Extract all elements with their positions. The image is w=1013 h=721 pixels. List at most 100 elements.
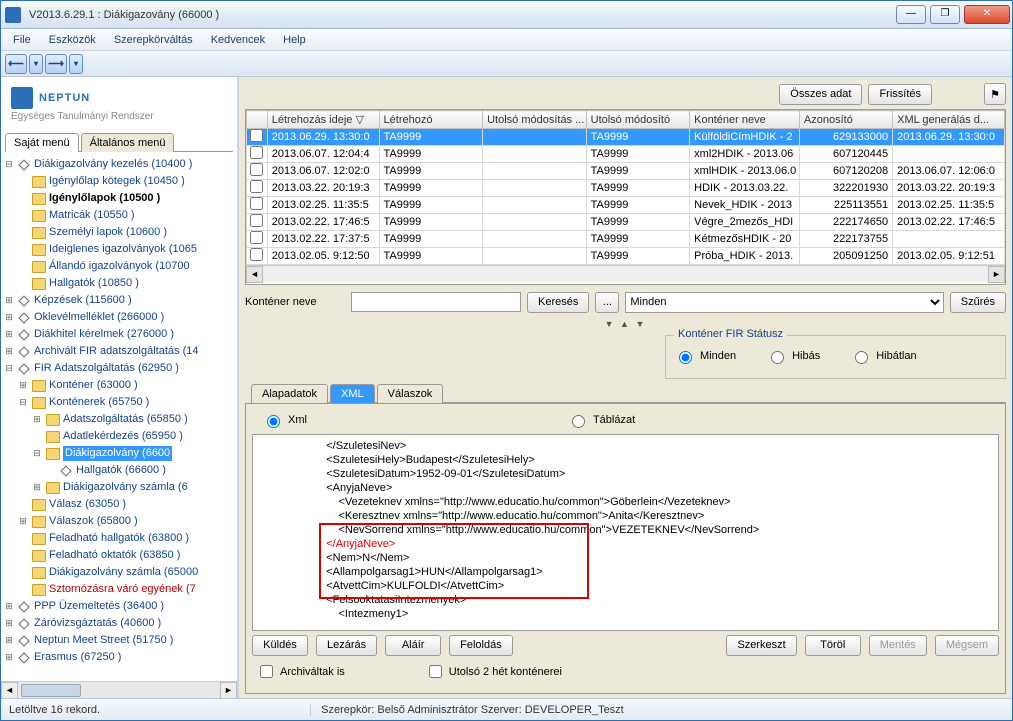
grid-col-container[interactable]: Konténer neve	[690, 111, 800, 129]
unlock-button[interactable]: Feloldás	[449, 635, 513, 656]
tree-node[interactable]: Személyi lapok (10600 )	[49, 225, 167, 240]
table-row[interactable]: 2013.03.22. 20:19:3TA9999TA9999HDIK - 20…	[247, 180, 1005, 197]
menu-fav[interactable]: Kedvencek	[203, 31, 273, 49]
status-group: Konténer FIR Státusz Minden Hibás Hibátl…	[665, 335, 1006, 379]
search-label: Konténer neve	[245, 296, 345, 308]
tree[interactable]: ⊟Diákigazolvány kezelés (10400 ) Igénylő…	[1, 152, 237, 681]
data-grid[interactable]: Létrehozás ideje ▽ Létrehozó Utolsó módo…	[245, 109, 1006, 285]
tree-node[interactable]: Oklevélmelléklet (266000 )	[34, 310, 164, 325]
nav-forward-button[interactable]: ⟶	[45, 54, 67, 74]
search-button[interactable]: Keresés	[527, 292, 589, 313]
app-icon	[5, 7, 21, 23]
grid-hscroll[interactable]: ◄►	[246, 265, 1005, 282]
titlebar: V2013.6.29.1 : Diákigazovány (66000 ) — …	[1, 1, 1012, 29]
radio-ok[interactable]: Hibátlan	[850, 348, 916, 364]
menu-tools[interactable]: Eszközök	[41, 31, 104, 49]
xml-viewer[interactable]: </SzuletesiNev> <SzuletesiHely>Budapest<…	[252, 434, 999, 631]
delete-button[interactable]: Töröl	[805, 635, 861, 656]
send-button[interactable]: Küldés	[252, 635, 308, 656]
table-row[interactable]: 2013.02.25. 11:35:5TA9999TA9999Nevek_HDI…	[247, 197, 1005, 214]
tree-node[interactable]: Igénylőlapok (10500 )	[49, 191, 160, 206]
check-archived[interactable]: Archiváltak is	[256, 662, 345, 681]
grid-col-lastmoduser[interactable]: Utolsó módosító	[586, 111, 690, 129]
grid-col-lastmod[interactable]: Utolsó módosítás ...	[483, 111, 587, 129]
tree-node[interactable]: Neptun Meet Street (51750 )	[34, 633, 173, 648]
tree-node[interactable]: Matricák (10550 )	[49, 208, 135, 223]
tree-node[interactable]: Feladható oktatók (63850 )	[49, 548, 180, 563]
tree-node[interactable]: Hallgatók (10850 )	[49, 276, 139, 291]
tree-node[interactable]: Záróvizsgáztatás (40600 )	[34, 616, 161, 631]
table-row[interactable]: 2013.02.22. 17:37:5TA9999TA9999KétmezősH…	[247, 231, 1005, 248]
tree-node[interactable]: PPP Üzemeltetés (36400 )	[34, 599, 164, 614]
tree-node[interactable]: Sztornózásra váró egyének (7	[49, 582, 196, 597]
tree-node[interactable]: Archivált FIR adatszolgáltatás (14	[34, 344, 198, 359]
search-input[interactable]	[351, 292, 521, 312]
menu-file[interactable]: File	[5, 31, 39, 49]
close2-button[interactable]: Lezárás	[316, 635, 377, 656]
tree-node[interactable]: Diákigazolvány kezelés (10400 )	[34, 157, 192, 172]
sign-button[interactable]: Aláír	[385, 635, 441, 656]
lefttab-general[interactable]: Általános menü	[81, 133, 175, 152]
tree-node[interactable]: Igénylőlap kötegek (10450 )	[49, 174, 185, 189]
table-row[interactable]: 2013.06.29. 13:30:0TA9999TA9999KülföldiC…	[247, 129, 1005, 146]
search-dropdown[interactable]: Minden	[625, 292, 943, 313]
tree-node[interactable]: Diákigazolvány számla (6	[63, 480, 188, 495]
menu-help[interactable]: Help	[275, 31, 314, 49]
tree-node[interactable]: Ideiglenes igazolványok (1065	[49, 242, 197, 257]
table-row[interactable]: 2013.06.07. 12:04:4TA9999TA9999xml2HDIK …	[247, 146, 1005, 163]
logo-subtitle: Egységes Tanulmányi Rendszer	[11, 111, 227, 122]
table-row[interactable]: 2013.02.22. 17:46:5TA9999TA9999Végre_2me…	[247, 214, 1005, 231]
lefttab-own[interactable]: Saját menü	[5, 133, 79, 152]
radio-all[interactable]: Minden	[674, 348, 736, 364]
tab-xml[interactable]: XML	[330, 384, 375, 403]
radio-table[interactable]: Táblázat	[567, 412, 635, 428]
all-data-button[interactable]: Összes adat	[779, 84, 862, 105]
grid-col-id[interactable]: Azonosító	[799, 111, 892, 129]
check-last2weeks[interactable]: Utolsó 2 hét konténerei	[425, 662, 562, 681]
refresh-button[interactable]: Frissítés	[868, 84, 932, 105]
tree-node[interactable]: Válaszok (65800 )	[49, 514, 138, 529]
tree-node[interactable]: FIR Adatszolgáltatás (62950 )	[34, 361, 179, 376]
grid-col-xmlgen[interactable]: XML generálás d...	[893, 111, 1005, 129]
filter-button[interactable]: Szűrés	[950, 292, 1006, 313]
tree-node[interactable]: Adatlekérdezés (65950 )	[63, 429, 183, 444]
menu-role[interactable]: Szerepkörváltás	[106, 31, 201, 49]
grid-col-check[interactable]	[247, 111, 268, 129]
radio-xml[interactable]: Xml	[262, 412, 307, 428]
close-button[interactable]: ✕	[964, 5, 1010, 24]
table-row[interactable]: 2013.06.07. 12:02:0TA9999TA9999xmlHDIK -…	[247, 163, 1005, 180]
cancel-button[interactable]: Mégsem	[935, 635, 999, 656]
tree-node[interactable]: Konténerek (65750 )	[49, 395, 149, 410]
tree-node[interactable]: Konténer (63000 )	[49, 378, 138, 393]
collapse-handle[interactable]: ▼ ▲ ▼	[245, 319, 1006, 331]
maximize-button[interactable]: ❐	[930, 5, 960, 24]
radio-error[interactable]: Hibás	[766, 348, 820, 364]
status-mid: Szerepkör: Belső Adminisztrátor Szerver:…	[310, 704, 624, 716]
search-more-button[interactable]: ...	[595, 292, 619, 313]
tree-node[interactable]: Feladható hallgatók (63800 )	[49, 531, 189, 546]
nav-back-dropdown[interactable]: ▾	[29, 54, 43, 74]
logo-text: NEPTUN	[39, 92, 90, 104]
tree-node-selected[interactable]: Diákigazolvány (6600	[63, 446, 172, 461]
table-row[interactable]: 2013.02.05. 9:12:50TA9999TA9999Próba_HDI…	[247, 248, 1005, 265]
nav-toolbar: ⟵ ▾ ⟶ ▾	[1, 51, 1012, 77]
tree-node[interactable]: Képzések (115600 )	[34, 293, 132, 308]
flag-icon-button[interactable]: ⚑	[984, 83, 1006, 105]
tree-node[interactable]: Hallgatók (66600 )	[76, 463, 166, 478]
grid-col-created[interactable]: Létrehozás ideje ▽	[267, 111, 379, 129]
edit-button[interactable]: Szerkeszt	[726, 635, 796, 656]
tree-node[interactable]: Válasz (63050 )	[49, 497, 126, 512]
tree-node[interactable]: Erasmus (67250 )	[34, 650, 121, 665]
tree-node[interactable]: Állandó igazolványok (10700	[49, 259, 190, 274]
tree-hscroll[interactable]: ◄►	[1, 681, 237, 698]
save-button[interactable]: Mentés	[869, 635, 927, 656]
tree-node[interactable]: Diákhitel kérelmek (276000 )	[34, 327, 174, 342]
nav-back-button[interactable]: ⟵	[5, 54, 27, 74]
tab-basic[interactable]: Alapadatok	[251, 384, 328, 403]
tree-node[interactable]: Adatszolgáltatás (65850 )	[63, 412, 188, 427]
nav-forward-dropdown[interactable]: ▾	[69, 54, 83, 74]
minimize-button[interactable]: —	[896, 5, 926, 24]
grid-col-creator[interactable]: Létrehozó	[379, 111, 483, 129]
tab-answers[interactable]: Válaszok	[377, 384, 444, 403]
tree-node[interactable]: Diákigazolvány számla (65000	[49, 565, 198, 580]
